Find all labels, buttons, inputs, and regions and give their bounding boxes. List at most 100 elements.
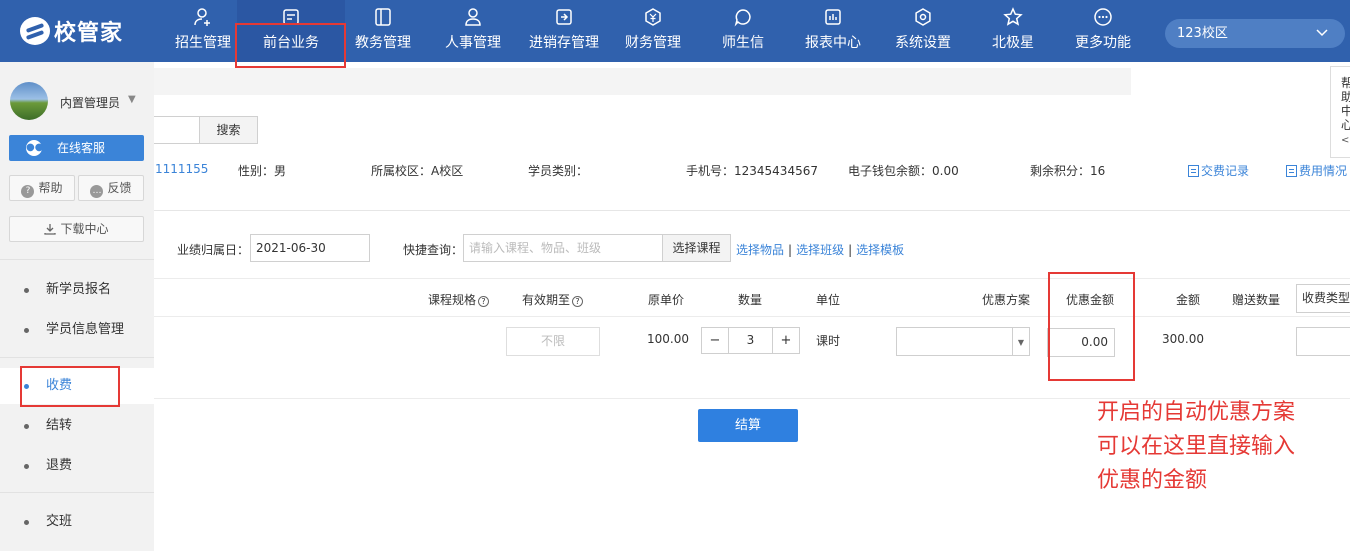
nav-item-front-desk[interactable]: 前台业务	[237, 0, 345, 62]
caret-down-icon: ▼	[1012, 328, 1029, 355]
sidebar-item-label: 交班	[46, 514, 73, 529]
sidebar-divider	[0, 259, 154, 260]
discount-amount-input[interactable]: 0.00	[1047, 328, 1115, 357]
chat-icon	[708, 7, 778, 29]
breadcrumb-bar	[154, 68, 1131, 95]
sidebar-item-transfer[interactable]: 结转	[0, 408, 154, 444]
nav-item-reports[interactable]: 报表中心	[798, 0, 868, 62]
question-circle-icon[interactable]: ?	[572, 296, 584, 307]
avatar[interactable]	[10, 82, 48, 120]
performance-date-input[interactable]: 2021-06-30	[250, 234, 370, 262]
quick-query-input[interactable]: 请输入课程、物品、班级	[463, 234, 663, 262]
person-add-icon	[168, 7, 238, 29]
settle-button[interactable]: 结算	[698, 409, 798, 442]
sidebar-item-new-enrollment[interactable]: 新学员报名	[0, 272, 154, 308]
feedback-button[interactable]: … 反馈	[78, 175, 144, 201]
th-discount-amount: 优惠金额	[1066, 293, 1115, 307]
table-header-border	[154, 316, 1350, 317]
section-divider	[154, 210, 1350, 211]
document-icon	[1286, 165, 1297, 177]
book-icon	[348, 7, 418, 29]
online-service-button[interactable]: ●● 在线客服	[9, 135, 144, 161]
nav-item-enrollment[interactable]: 招生管理	[168, 0, 238, 62]
brand-logo[interactable]: 校管家	[20, 16, 123, 46]
quantity-stepper: − 3 +	[701, 327, 800, 354]
user-name[interactable]: 内置管理员	[60, 94, 120, 111]
nav-label: 教务管理	[355, 35, 411, 51]
unit-price-cell: 100.00	[647, 332, 689, 346]
nav-label: 人事管理	[445, 35, 501, 51]
student-campus: 所属校区：A校区	[371, 164, 464, 178]
nav-item-inventory[interactable]: 进销存管理	[522, 0, 606, 62]
comment-icon: …	[90, 185, 104, 198]
sidebar-item-student-info[interactable]: 学员信息管理	[0, 312, 154, 348]
document-icon	[1188, 165, 1199, 177]
chevron-down-icon	[1315, 19, 1329, 59]
nav-label: 系统设置	[895, 35, 951, 51]
nav-item-finance[interactable]: 财务管理	[618, 0, 688, 62]
nav-label: 更多功能	[1075, 35, 1131, 51]
sidebar-item-shift-handover[interactable]: 交班	[0, 504, 154, 540]
payment-record-link[interactable]: 交费记录	[1188, 162, 1249, 179]
annotation-line: 开启的自动优惠方案	[1097, 400, 1296, 425]
question-circle-icon[interactable]: ?	[478, 296, 490, 307]
nav-label: 北极星	[992, 35, 1034, 51]
sidebar-item-refund[interactable]: 退费	[0, 448, 154, 484]
logo-text: 校管家	[54, 21, 124, 46]
search-input[interactable]	[154, 116, 200, 144]
fee-type-select[interactable]: 收费类型	[1296, 284, 1350, 313]
star-icon	[978, 7, 1048, 29]
nav-item-academic[interactable]: 教务管理	[348, 0, 418, 62]
nav-item-polaris[interactable]: 北极星	[978, 0, 1048, 62]
select-item-link[interactable]: 选择物品	[736, 243, 784, 257]
discount-plan-select[interactable]: ▼	[896, 327, 1030, 356]
increment-button[interactable]: +	[773, 328, 799, 353]
th-course-spec: 课程规格?	[428, 291, 490, 308]
nav-item-messaging[interactable]: 师生信	[708, 0, 778, 62]
campus-select[interactable]: 123校区	[1165, 19, 1345, 48]
sidebar-item-charge[interactable]: 收费	[0, 368, 154, 404]
download-label: 下载中心	[60, 222, 109, 236]
search-button[interactable]: 搜索	[199, 116, 258, 144]
th-unit-price: 原单价	[648, 293, 685, 307]
collapse-arrow-icon[interactable]: <	[1341, 134, 1350, 148]
sidebar-divider	[0, 357, 154, 358]
highlight-box-discount-amount	[1048, 272, 1135, 381]
help-center-panel[interactable]: 帮 助 中 心 <	[1330, 66, 1350, 158]
select-template-link[interactable]: 选择模板	[856, 243, 904, 257]
decrement-button[interactable]: −	[702, 328, 728, 353]
help-char: 助	[1341, 90, 1350, 104]
bullet-icon	[24, 424, 29, 429]
logo-icon	[20, 17, 50, 45]
student-id-link[interactable]: 1111155	[155, 162, 208, 176]
select-course-button[interactable]: 选择课程	[662, 234, 731, 262]
person-icon	[438, 7, 508, 29]
nav-item-more[interactable]: 更多功能	[1068, 0, 1138, 62]
nav-label: 报表中心	[805, 35, 861, 51]
nav-label: 招生管理	[175, 35, 231, 51]
settings-icon	[888, 7, 958, 29]
sidebar-item-label: 结转	[46, 418, 73, 433]
nav-item-hr[interactable]: 人事管理	[438, 0, 508, 62]
gift-quantity-input[interactable]	[1296, 327, 1350, 356]
bullet-icon	[24, 520, 29, 525]
caret-down-icon[interactable]: ▼	[128, 94, 136, 105]
amount-cell: 300.00	[1162, 332, 1204, 346]
nav-label: 前台业务	[263, 35, 319, 51]
download-center-button[interactable]: 下载中心	[9, 216, 144, 242]
select-class-link[interactable]: 选择班级	[796, 243, 844, 257]
sidebar-divider	[0, 492, 154, 493]
fee-info-link[interactable]: 费用情况	[1286, 162, 1347, 179]
link-separator: |	[788, 243, 793, 257]
nav-item-settings[interactable]: 系统设置	[888, 0, 958, 62]
unit-cell: 课时	[816, 334, 841, 348]
front-desk-icon	[237, 7, 345, 29]
inventory-icon	[522, 7, 606, 29]
valid-until-input[interactable]: 不限	[506, 327, 600, 356]
student-category: 学员类别：	[528, 164, 589, 178]
help-button[interactable]: ? 帮助	[9, 175, 75, 201]
quantity-input[interactable]: 3	[728, 328, 773, 353]
top-nav-bar: 校管家 招生管理 前台业务 教务管理 人事管理 进销存管理 财务管理 师生信 报…	[0, 0, 1350, 62]
bullet-icon	[24, 328, 29, 333]
link-separator: |	[848, 243, 853, 257]
